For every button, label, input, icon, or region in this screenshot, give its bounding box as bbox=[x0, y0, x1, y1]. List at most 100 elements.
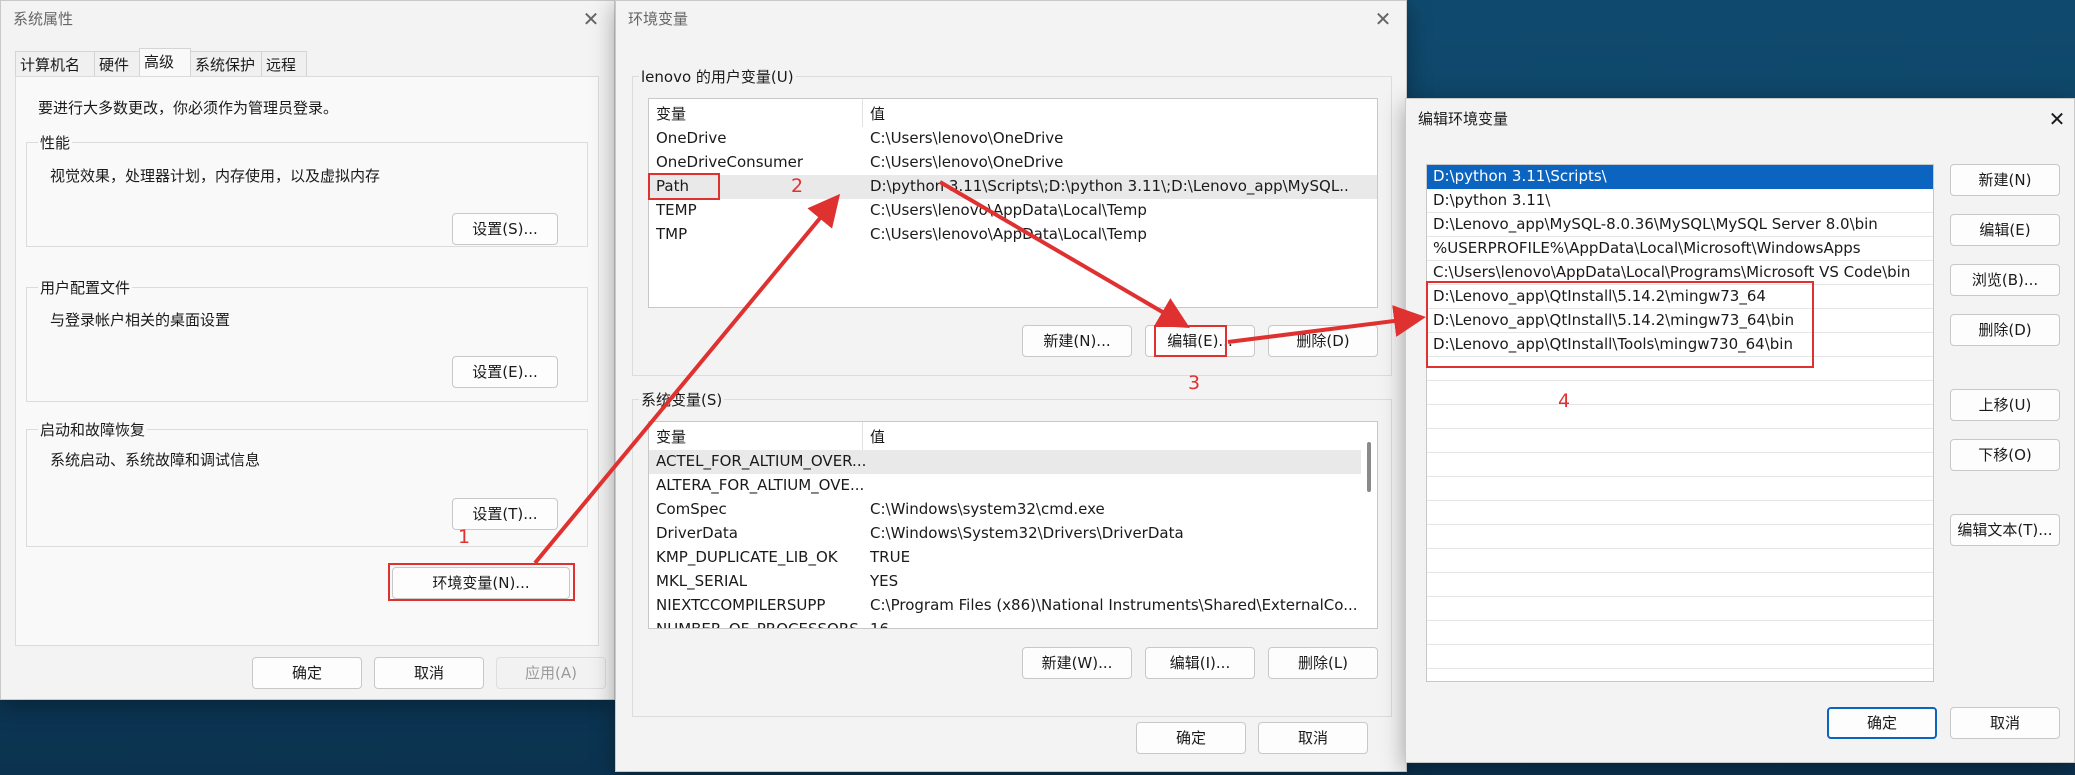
system-var-value: YES bbox=[870, 572, 899, 590]
system-var-row[interactable]: ACTEL_FOR_ALTIUM_OVER... bbox=[649, 450, 1377, 474]
system-var-row[interactable]: NUMBER_OF_PROCESSORS 16 bbox=[649, 618, 1377, 629]
user-var-name: TMP bbox=[656, 225, 688, 243]
system-variables-label: 系统变量(S) bbox=[639, 389, 725, 410]
entry-new-button[interactable]: 新建(N) bbox=[1950, 164, 2060, 196]
path-entry-text: C:\Users\lenovo\AppData\Local\Programs\M… bbox=[1433, 263, 1911, 281]
path-entry-text: D:\python 3.11\ bbox=[1433, 191, 1551, 209]
empty-entry-row[interactable] bbox=[1427, 381, 1933, 405]
annotation-label-2: 2 bbox=[791, 175, 804, 197]
entry-move-down-button[interactable]: 下移(O) bbox=[1950, 439, 2060, 471]
system-variables-list[interactable]: 变量 值 ACTEL_FOR_ALTIUM_OVER... ALTERA_FOR… bbox=[648, 421, 1378, 629]
editenv-title: 编辑环境变量 bbox=[1418, 110, 1509, 128]
sysprops-ok-button[interactable]: 确定 bbox=[252, 657, 362, 689]
system-var-value: C:\Windows\system32\cmd.exe bbox=[870, 500, 1105, 518]
user-var-value: C:\Users\lenovo\OneDrive bbox=[870, 153, 1064, 171]
envvars-ok-button[interactable]: 确定 bbox=[1136, 722, 1246, 754]
col-value-header[interactable]: 值 bbox=[870, 426, 885, 447]
system-var-name: ComSpec bbox=[656, 500, 727, 518]
editenv-cancel-button[interactable]: 取消 bbox=[1950, 707, 2060, 739]
user-var-row[interactable]: TMP C:\Users\lenovo\AppData\Local\Temp bbox=[649, 223, 1377, 247]
col-variable-header[interactable]: 变量 bbox=[656, 426, 686, 447]
system-var-row[interactable]: NIEXTCCOMPILERSUPP C:\Program Files (x86… bbox=[649, 594, 1377, 618]
system-variables-scrollbar[interactable] bbox=[1361, 422, 1377, 628]
empty-entry-row[interactable] bbox=[1427, 501, 1933, 525]
system-var-name: DriverData bbox=[656, 524, 738, 542]
system-new-button[interactable]: 新建(W)... bbox=[1022, 647, 1132, 679]
empty-entry-row[interactable] bbox=[1427, 597, 1933, 621]
edit-text-button[interactable]: 编辑文本(T)... bbox=[1950, 514, 2060, 546]
path-entry-text: %USERPROFILE%\AppData\Local\Microsoft\Wi… bbox=[1433, 239, 1861, 257]
annotation-box-3 bbox=[1154, 325, 1227, 357]
envvars-cancel-button[interactable]: 取消 bbox=[1258, 722, 1368, 754]
tab-advanced[interactable]: 高级 bbox=[139, 48, 191, 78]
user-var-row[interactable]: OneDrive C:\Users\lenovo\OneDrive bbox=[649, 127, 1377, 151]
system-var-row[interactable]: DriverData C:\Windows\System32\Drivers\D… bbox=[649, 522, 1377, 546]
tab-system-protection[interactable]: 系统保护 bbox=[190, 51, 262, 77]
col-value-header[interactable]: 值 bbox=[870, 103, 885, 124]
path-entry[interactable]: D:\python 3.11\ bbox=[1427, 189, 1933, 213]
system-var-row[interactable]: KMP_DUPLICATE_LIB_OK TRUE bbox=[649, 546, 1377, 570]
path-entry[interactable]: D:\Lenovo_app\MySQL-8.0.36\MySQL\MySQL S… bbox=[1427, 213, 1933, 237]
admin-note: 要进行大多数更改，你必须作为管理员登录。 bbox=[38, 99, 339, 117]
user-profiles-settings-button[interactable]: 设置(E)... bbox=[452, 356, 558, 388]
system-var-row[interactable]: ComSpec C:\Windows\system32\cmd.exe bbox=[649, 498, 1377, 522]
performance-settings-button[interactable]: 设置(S)... bbox=[452, 213, 558, 245]
tab-computer-name[interactable]: 计算机名 bbox=[15, 51, 95, 77]
path-entries-list[interactable]: D:\python 3.11\Scripts\ D:\python 3.11\ … bbox=[1426, 164, 1934, 682]
system-var-value: 16 bbox=[870, 620, 890, 629]
system-variables-header: 变量 值 bbox=[649, 422, 1377, 450]
entry-delete-button[interactable]: 删除(D) bbox=[1950, 314, 2060, 346]
close-icon[interactable]: ✕ bbox=[576, 5, 606, 33]
entry-browse-button[interactable]: 浏览(B)... bbox=[1950, 264, 2060, 296]
path-entry[interactable]: D:\python 3.11\Scripts\ bbox=[1427, 165, 1933, 189]
user-var-row-path[interactable]: Path D:\python 3.11\Scripts\;D:\python 3… bbox=[649, 175, 1377, 199]
user-var-value: C:\Users\lenovo\AppData\Local\Temp bbox=[870, 225, 1147, 243]
tab-remote[interactable]: 远程 bbox=[261, 51, 307, 77]
user-var-value: D:\python 3.11\Scripts\;D:\python 3.11\;… bbox=[870, 177, 1350, 195]
scrollbar-thumb[interactable] bbox=[1367, 442, 1371, 492]
system-var-name: NIEXTCCOMPILERSUPP bbox=[656, 596, 826, 614]
sysprops-cancel-button[interactable]: 取消 bbox=[374, 657, 484, 689]
annotation-label-4: 4 bbox=[1558, 390, 1571, 412]
system-var-value: C:\Windows\System32\Drivers\DriverData bbox=[870, 524, 1184, 542]
column-divider bbox=[862, 99, 863, 127]
empty-entry-row[interactable] bbox=[1427, 549, 1933, 573]
close-icon[interactable]: ✕ bbox=[1368, 5, 1398, 33]
system-var-row[interactable]: MKL_SERIAL YES bbox=[649, 570, 1377, 594]
user-var-name: TEMP bbox=[656, 201, 697, 219]
empty-entry-row[interactable] bbox=[1427, 645, 1933, 669]
user-delete-button[interactable]: 删除(D) bbox=[1268, 325, 1378, 357]
user-variables-label: lenovo 的用户变量(U) bbox=[639, 66, 796, 87]
path-entry[interactable]: %USERPROFILE%\AppData\Local\Microsoft\Wi… bbox=[1427, 237, 1933, 261]
user-var-row[interactable]: TEMP C:\Users\lenovo\AppData\Local\Temp bbox=[649, 199, 1377, 223]
col-variable-header[interactable]: 变量 bbox=[656, 103, 686, 124]
user-variables-list[interactable]: 变量 值 OneDrive C:\Users\lenovo\OneDrive O… bbox=[648, 98, 1378, 308]
entry-edit-button[interactable]: 编辑(E) bbox=[1950, 214, 2060, 246]
user-var-name: OneDriveConsumer bbox=[656, 153, 804, 171]
sysprops-apply-button[interactable]: 应用(A) bbox=[496, 657, 606, 689]
empty-entry-row[interactable] bbox=[1427, 429, 1933, 453]
empty-entry-row[interactable] bbox=[1427, 621, 1933, 645]
system-var-name: KMP_DUPLICATE_LIB_OK bbox=[656, 548, 838, 566]
empty-entry-row[interactable] bbox=[1427, 525, 1933, 549]
entry-move-up-button[interactable]: 上移(U) bbox=[1950, 389, 2060, 421]
user-var-name: OneDrive bbox=[656, 129, 727, 147]
system-var-row[interactable]: ALTERA_FOR_ALTIUM_OVE... bbox=[649, 474, 1377, 498]
empty-entry-row[interactable] bbox=[1427, 405, 1933, 429]
user-var-row[interactable]: OneDriveConsumer C:\Users\lenovo\OneDriv… bbox=[649, 151, 1377, 175]
empty-entry-row[interactable] bbox=[1427, 477, 1933, 501]
user-new-button[interactable]: 新建(N)... bbox=[1022, 325, 1132, 357]
empty-entry-row[interactable] bbox=[1427, 453, 1933, 477]
environment-variables-window: 环境变量 ✕ lenovo 的用户变量(U) 变量 值 OneDrive C:\… bbox=[615, 0, 1407, 772]
tab-hardware[interactable]: 硬件 bbox=[94, 51, 140, 77]
system-delete-button[interactable]: 删除(L) bbox=[1268, 647, 1378, 679]
close-icon[interactable]: ✕ bbox=[2042, 105, 2072, 133]
path-entry-text: D:\Lenovo_app\MySQL-8.0.36\MySQL\MySQL S… bbox=[1433, 215, 1878, 233]
system-edit-button[interactable]: 编辑(I)... bbox=[1145, 647, 1255, 679]
editenv-ok-button[interactable]: 确定 bbox=[1827, 707, 1937, 739]
annotation-box-2 bbox=[648, 173, 720, 200]
system-var-value: TRUE bbox=[870, 548, 911, 566]
system-var-value: C:\Program Files (x86)\National Instrume… bbox=[870, 596, 1358, 614]
performance-desc: 视觉效果，处理器计划，内存使用，以及虚拟内存 bbox=[50, 167, 381, 185]
empty-entry-row[interactable] bbox=[1427, 573, 1933, 597]
